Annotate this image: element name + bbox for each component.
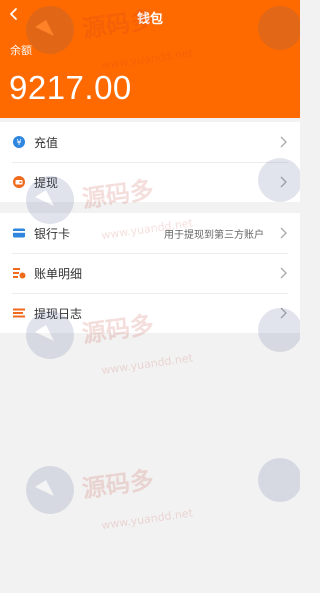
svg-text:¥: ¥: [16, 138, 21, 147]
bank-card-note: 用于提现到第三方账户: [164, 229, 264, 241]
chevron-right-icon: [280, 136, 287, 148]
chevron-right-icon: [280, 307, 287, 319]
menu-group-funds: ¥ 充值 提现: [0, 122, 300, 202]
recharge-coin-icon: ¥: [12, 135, 26, 149]
watermark-url: www.yuandd.net: [101, 351, 195, 377]
withdraw-wallet-icon: [12, 175, 26, 189]
menu-item-label: 提现日志: [34, 306, 83, 321]
menu-item-label: 银行卡: [34, 226, 71, 241]
withdraw-log-icon: [12, 306, 26, 320]
page-title: 钱包: [136, 12, 163, 27]
menu-item-bank-card[interactable]: 银行卡 用于提现到第三方账户: [0, 213, 300, 253]
menu-item-label: 充值: [34, 135, 59, 150]
menu-item-withdraw[interactable]: 提现: [0, 162, 300, 202]
menu-item-withdraw-log[interactable]: 提现日志: [0, 293, 300, 333]
balance-label: 余额: [10, 44, 32, 57]
wallet-header: 钱包 余额 9217.00: [0, 0, 300, 118]
watermark-logo: 源码多 www.yuandd.net: [26, 466, 194, 532]
chevron-right-icon: [280, 227, 287, 239]
bill-details-icon: [12, 266, 26, 280]
menu-item-label: 账单明细: [34, 266, 83, 281]
menu-group-account: 银行卡 用于提现到第三方账户 账单明细 提现日志: [0, 213, 300, 333]
balance-amount: 9217.00: [9, 69, 132, 106]
watermark-url: www.yuandd.net: [101, 506, 195, 532]
menu-item-bill-details[interactable]: 账单明细: [0, 253, 300, 293]
bank-card-icon: [12, 226, 26, 240]
chevron-right-icon: [280, 176, 287, 188]
watermark-brand: 源码多: [80, 466, 155, 504]
menu-item-recharge[interactable]: ¥ 充值: [0, 122, 300, 162]
chevron-right-icon: [280, 267, 287, 279]
menu-item-label: 提现: [34, 175, 59, 190]
watermark-logo-partial: [258, 458, 300, 502]
